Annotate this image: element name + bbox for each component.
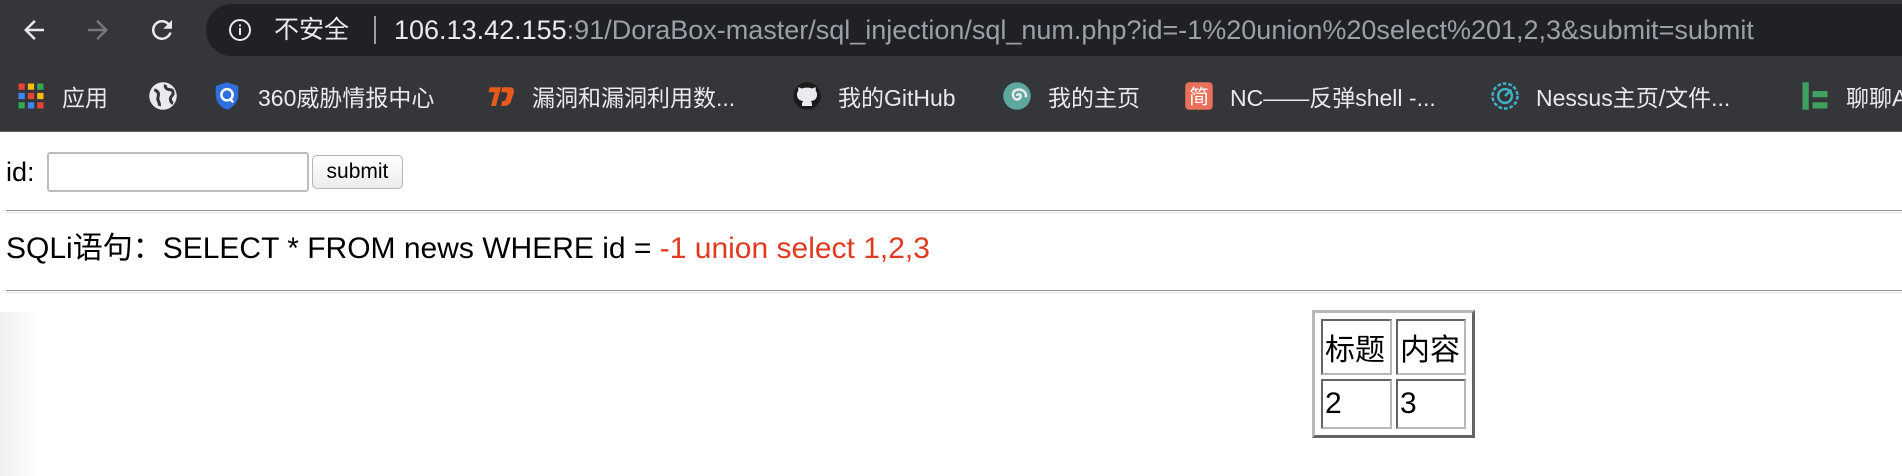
omnibox[interactable]: 不安全 106.13.42.155:91/DoraBox-master/sql_… bbox=[206, 4, 1902, 56]
id-input[interactable] bbox=[46, 152, 309, 192]
bookmark-github[interactable]: 我的GitHub bbox=[792, 77, 956, 115]
sqli-value: -1 union select 1,2,3 bbox=[659, 232, 930, 265]
exploit-db-icon bbox=[486, 81, 516, 111]
security-status[interactable]: 不安全 bbox=[274, 15, 349, 45]
bookmark-label: 漏洞和漏洞利用数... bbox=[532, 85, 736, 111]
chat-icon bbox=[1800, 81, 1830, 111]
bookmark-globe[interactable] bbox=[148, 77, 194, 115]
table-header-title: 标题 bbox=[1321, 319, 1392, 375]
divider bbox=[6, 290, 1902, 293]
forward-button[interactable] bbox=[79, 11, 117, 49]
browser-toolbar: 不安全 106.13.42.155:91/DoraBox-master/sql_… bbox=[0, 0, 1902, 60]
nessus-icon bbox=[1490, 81, 1520, 111]
svg-text:简: 简 bbox=[1189, 85, 1209, 109]
bookmark-homepage[interactable]: 我的主页 bbox=[1002, 77, 1140, 115]
globe-icon bbox=[148, 81, 178, 111]
bookmark-label: 我的GitHub bbox=[838, 85, 956, 111]
apps-grid-icon bbox=[16, 81, 46, 111]
360-shield-icon bbox=[212, 81, 242, 111]
jianshu-icon: 简 bbox=[1184, 81, 1214, 111]
table-header-row: 标题 内容 bbox=[1321, 319, 1466, 375]
sqli-statement: SQLi语句：SELECT * FROM news WHERE id = -1 … bbox=[6, 232, 930, 266]
table-header-content: 内容 bbox=[1396, 319, 1466, 375]
bookmark-chat[interactable]: 聊聊A bbox=[1800, 77, 1902, 115]
bookmark-label: 360威胁情报中心 bbox=[258, 85, 435, 111]
table-row: 2 3 bbox=[1321, 379, 1466, 429]
url-text[interactable]: 106.13.42.155:91/DoraBox-master/sql_inje… bbox=[394, 15, 1754, 45]
omnibox-divider bbox=[374, 16, 376, 44]
bookmark-label: 我的主页 bbox=[1048, 85, 1140, 111]
bookmark-label: Nessus主页/文件... bbox=[1536, 85, 1731, 111]
page-content: id: submit SQLi语句：SELECT * FROM news WHE… bbox=[0, 132, 1902, 476]
url-host: 106.13.42.155 bbox=[394, 15, 567, 45]
result-table: 标题 内容 2 3 bbox=[1312, 310, 1475, 438]
id-form: id: submit bbox=[6, 152, 404, 192]
bookmark-label: NC——反弹shell -... bbox=[1230, 85, 1436, 111]
reload-icon bbox=[151, 19, 172, 40]
bookmark-apps[interactable]: 应用 bbox=[16, 77, 108, 115]
table-cell: 3 bbox=[1396, 379, 1466, 429]
bookmark-label: 应用 bbox=[62, 85, 108, 111]
info-icon[interactable] bbox=[228, 18, 252, 42]
submit-button[interactable]: submit bbox=[311, 155, 404, 189]
table-cell: 2 bbox=[1321, 379, 1392, 429]
divider bbox=[6, 210, 1902, 213]
arrow-right-icon bbox=[88, 20, 108, 40]
id-label: id: bbox=[6, 156, 35, 187]
bookmark-jianshu[interactable]: 简 NC——反弹shell -... bbox=[1184, 77, 1436, 115]
bookmarks-bar: 应用 360威胁情报中心 漏洞和漏洞利用数... 我的GitHub 我的主页 简 bbox=[0, 60, 1902, 132]
bookmark-exploit-db[interactable]: 漏洞和漏洞利用数... bbox=[486, 77, 735, 115]
bookmark-360[interactable]: 360威胁情报中心 bbox=[212, 77, 434, 115]
github-icon bbox=[792, 81, 822, 111]
arrow-left-icon bbox=[24, 20, 44, 40]
back-button[interactable] bbox=[15, 11, 53, 49]
bookmark-label: 聊聊A bbox=[1846, 85, 1902, 111]
reload-button[interactable] bbox=[143, 11, 181, 49]
bookmark-nessus[interactable]: Nessus主页/文件... bbox=[1490, 77, 1730, 115]
spiral-icon bbox=[1002, 81, 1032, 111]
url-path: :91/DoraBox-master/sql_injection/sql_num… bbox=[566, 15, 1754, 45]
sqli-prefix: SQLi语句：SELECT * FROM news WHERE id = bbox=[6, 232, 660, 265]
